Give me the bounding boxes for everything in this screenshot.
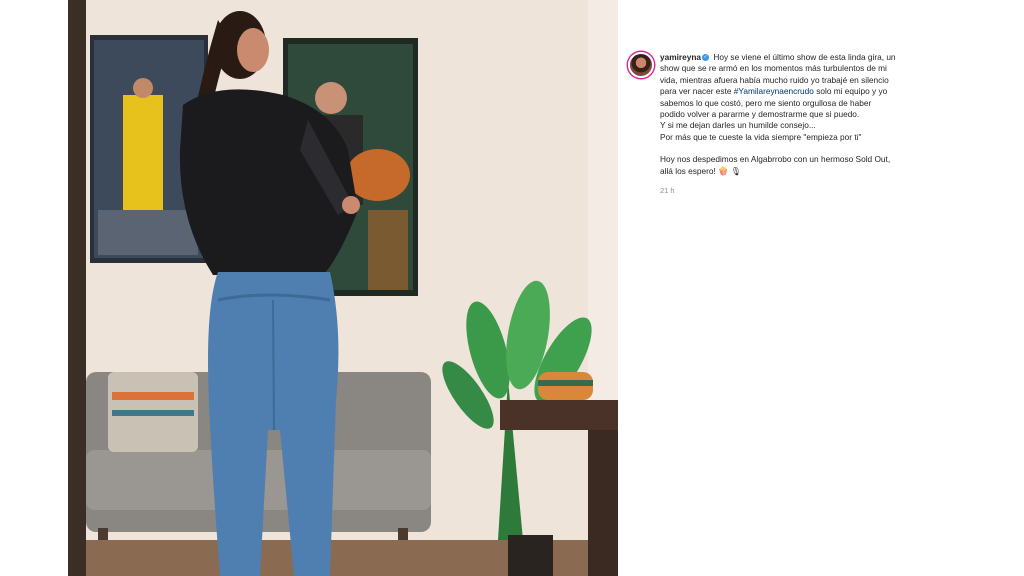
caption-line-4a: para ver nacer este — [660, 86, 734, 97]
caption-line-4b: solo mi equipo y yo — [813, 86, 888, 97]
post-timestamp[interactable]: 21 h — [660, 186, 675, 195]
post-photo-illustration — [68, 0, 618, 576]
user-avatar[interactable] — [628, 52, 654, 78]
caption-line-10: allá los espero! 🍿 🎙 — [660, 165, 742, 176]
caption-line-5: sabemos lo que costó, pero me siento org… — [660, 97, 872, 108]
caption-line-9: Hoy nos despedimos en Algabrrobo con un … — [660, 154, 891, 165]
caption-line-3: vida, mientras afuera había mucho ruido … — [660, 74, 889, 85]
caption-line-8: Por más que te cueste la vida siempre "e… — [660, 131, 862, 142]
post-image[interactable] — [68, 0, 618, 576]
hashtag-link[interactable]: #Yamilareynaencrudo — [734, 86, 814, 96]
post-caption: yamireyna ✓ Hoy se viene el último show d… — [660, 52, 990, 177]
comment-panel: yamireyna ✓ Hoy se viene el último show d… — [618, 0, 1024, 576]
caption-line-6: podido volver a pararme y demostrarme qu… — [660, 109, 860, 120]
caption-line-7: Y si me dejan darles un humilde consejo.… — [660, 120, 816, 131]
verified-badge-icon: ✓ — [702, 53, 710, 61]
caption-line-2: show que se re armó en los momentos más … — [660, 63, 887, 74]
caption-line-1: Hoy se viene el último show de esta lind… — [713, 52, 896, 62]
username-link[interactable]: yamireyna — [660, 52, 701, 62]
